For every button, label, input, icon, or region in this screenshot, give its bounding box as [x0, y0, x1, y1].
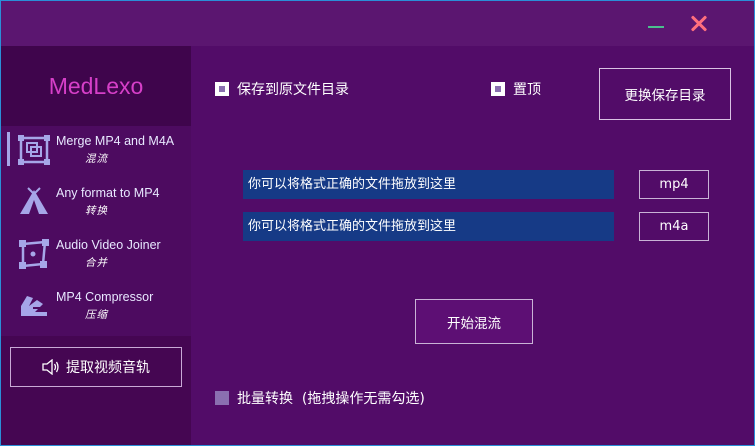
sidebar-item-subtitle: 合并	[85, 257, 108, 269]
speaker-icon	[42, 359, 59, 375]
sidebar-item-title: MP4 Compressor	[56, 290, 154, 304]
m4a-drop-field[interactable]: 你可以将格式正确的文件拖放到这里	[243, 212, 614, 241]
mp4-drop-field[interactable]: 你可以将格式正确的文件拖放到这里	[243, 170, 614, 199]
checkbox-box[interactable]	[215, 82, 229, 96]
sidebar-item-title: Merge MP4 and M4A	[56, 134, 175, 148]
sidebar-item-subtitle: 转换	[85, 205, 108, 217]
pin-top-label: 置顶	[513, 82, 541, 98]
save-to-source-label: 保存到原文件目录	[237, 82, 349, 98]
batch-convert-checkbox[interactable]: 批量转换 (拖拽操作无需勾选)	[215, 388, 425, 408]
compressor-icon	[21, 296, 47, 316]
sidebar-nav: Merge MP4 and M4A 混流 Any format to MP4 转…	[1, 126, 191, 336]
batch-convert-label: 批量转换 (拖拽操作无需勾选)	[237, 391, 425, 407]
app-logo: MedLexo	[1, 46, 191, 126]
sidebar-item-joiner[interactable]: Audio Video Joiner 合并	[1, 230, 191, 280]
sidebar-item-title: Any format to MP4	[56, 186, 160, 200]
app-window: MedLexo Merge MP4 and M4A 混流 Any format …	[0, 0, 755, 446]
pin-top-checkbox[interactable]: 置顶	[491, 79, 541, 99]
extract-audio-button[interactable]: 提取视频音轨	[10, 347, 182, 387]
title-bar	[1, 1, 754, 46]
sidebar-item-convert[interactable]: Any format to MP4 转换	[1, 178, 191, 228]
checkbox-box[interactable]	[491, 82, 505, 96]
sidebar-item-subtitle: 压缩	[85, 309, 108, 321]
sidebar-item-merge[interactable]: Merge MP4 and M4A 混流	[1, 126, 191, 176]
close-button[interactable]	[685, 11, 713, 35]
convert-icon	[20, 187, 48, 214]
save-to-source-checkbox[interactable]: 保存到原文件目录	[215, 79, 349, 99]
extract-audio-label: 提取视频音轨	[66, 360, 150, 376]
change-save-dir-button[interactable]: 更换保存目录	[599, 68, 731, 120]
minimize-button[interactable]	[642, 11, 670, 35]
mp4-button[interactable]: mp4	[639, 170, 709, 199]
start-mux-button[interactable]: 开始混流	[415, 299, 533, 344]
joiner-icon	[19, 239, 49, 269]
sidebar-item-title: Audio Video Joiner	[56, 238, 161, 252]
merge-icon	[18, 135, 50, 165]
sidebar-item-subtitle: 混流	[85, 153, 108, 165]
checkbox-box[interactable]	[215, 391, 229, 405]
sidebar: MedLexo Merge MP4 and M4A 混流 Any format …	[1, 46, 191, 445]
m4a-button[interactable]: m4a	[639, 212, 709, 241]
main-panel: 保存到原文件目录 置顶 更换保存目录 你可以将格式正确的文件拖放到这里 mp4 …	[191, 46, 754, 445]
sidebar-item-compressor[interactable]: MP4 Compressor 压缩	[1, 282, 191, 332]
